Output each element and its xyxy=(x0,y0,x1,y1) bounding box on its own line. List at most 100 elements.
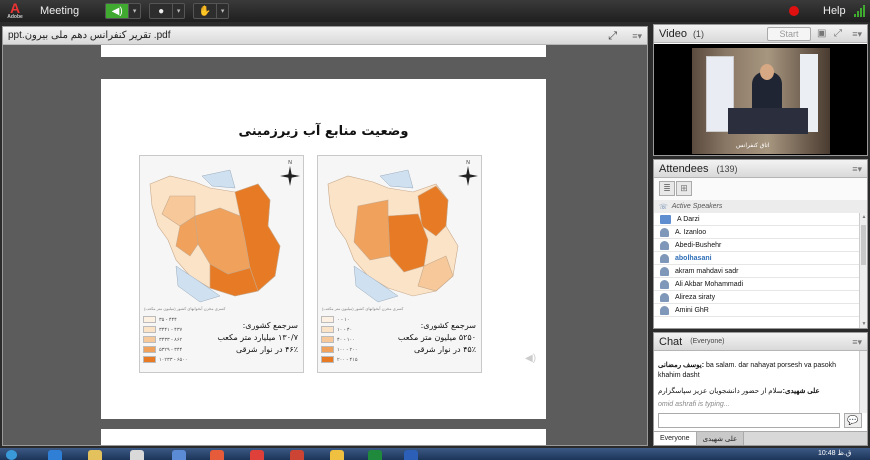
adobe-logo: A Adobe xyxy=(7,0,23,20)
webcam-button[interactable]: ● ▾ xyxy=(149,3,186,19)
chat-sender: یوسف رمضانی: xyxy=(658,362,705,369)
user-icon xyxy=(660,266,669,276)
north-label: N xyxy=(288,160,292,166)
menu-meeting[interactable]: Meeting xyxy=(40,5,79,17)
folder-icon[interactable] xyxy=(88,450,102,460)
attendees-pod: Attendees (139) ≡▾ ≣ ⊞ ☏ Active Speakers… xyxy=(653,159,868,329)
raise-hand-button[interactable]: ✋ ▾ xyxy=(193,3,230,19)
legend-label: ۱۰ - ۴۰ xyxy=(337,326,353,333)
raise-hand-icon: ✋ xyxy=(198,5,212,17)
menu-help[interactable]: Help xyxy=(823,5,846,17)
fullscreen-icon[interactable]: ⤢ xyxy=(834,28,842,39)
map-right-subcaption: کسری مخزن آبخوانهای کشور (میلیون متر مکع… xyxy=(322,306,404,311)
chat-input[interactable] xyxy=(658,413,840,428)
chat-text: سلام از حضور دانشجویان عزیز سپاسگزارم xyxy=(658,388,783,395)
chat-message: علی شهیدی:سلام از حضور دانشجویان عزیز سپ… xyxy=(658,387,854,397)
scroll-thumb[interactable] xyxy=(861,225,866,265)
attendee-scrollbar[interactable]: ▲ ▼ xyxy=(859,213,867,328)
start-orb-icon[interactable] xyxy=(6,450,17,460)
speaker-button[interactable]: ◀) ▾ xyxy=(105,3,142,19)
document-viewer[interactable]: وضعیت منابع آب زیرزمینی N کسری مخزن آبخو… xyxy=(3,45,647,445)
system-clock[interactable]: 10:48 ق.ظ xyxy=(818,449,851,457)
volume-icon[interactable]: ◀) xyxy=(525,353,536,364)
document-filename: ppt.تقریر کنفرانس دهم ملی بیرون .pdf xyxy=(8,30,171,41)
list-view-icon[interactable]: ≣ xyxy=(659,181,675,196)
app-icon[interactable] xyxy=(330,450,344,460)
slide-page: وضعیت منابع آب زیرزمینی N کسری مخزن آبخو… xyxy=(101,79,546,419)
video-count: (1) xyxy=(692,28,704,39)
menu-bar: A Adobe Meeting ◀) ▾ ● ▾ ✋ ▾ xyxy=(0,0,870,22)
attendees-count: (139) xyxy=(716,163,738,174)
fullscreen-icon[interactable]: ⤢ xyxy=(608,30,617,43)
pod-options-icon[interactable]: ≡▾ xyxy=(852,29,862,40)
chat-sender: علی شهیدی: xyxy=(782,388,820,395)
scroll-down-icon[interactable]: ▼ xyxy=(860,321,868,327)
chevron-down-icon[interactable]: ▾ xyxy=(172,4,184,18)
legend-label: ۱۰۲۳۳ - ۶۵۰۰ xyxy=(159,356,188,363)
start-webcam-button[interactable]: Start xyxy=(767,27,811,41)
chat-messages: یوسف رمضانی: ba salam. dar nahayat porse… xyxy=(658,361,854,403)
presenter-face xyxy=(760,64,774,80)
legend-label: ۵۳۲۹ - ۳۴۴ xyxy=(159,346,183,353)
send-message-button[interactable]: 💬 xyxy=(844,413,862,428)
map-panel-left: N کسری مخزن آبخوانهای کشور (میلیون متر م… xyxy=(139,155,304,373)
app-icon[interactable] xyxy=(290,450,304,460)
legend-label: ۱۰۰ - ۲۰۰ xyxy=(337,346,358,353)
chat-title: Chat xyxy=(659,335,683,348)
attendee-row[interactable]: A Darzi xyxy=(654,213,859,226)
attendee-row[interactable]: Abedi-Bushehr xyxy=(654,239,859,252)
ie-icon[interactable] xyxy=(48,450,62,460)
pod-options-icon[interactable]: ≡▾ xyxy=(852,164,862,175)
map-left-legend: ۳۵ - ۴۴۴ ۳۴۴۱ - ۴۳۷ ۳۴۳۳ - ۸۶۲ ۵۳۲۹ - ۳۴… xyxy=(143,316,203,366)
attendee-list: A Darzi A. Izanloo Abedi-Bushehr abolhas… xyxy=(654,213,859,317)
attendee-row[interactable]: abolhasani xyxy=(654,252,859,265)
excel-icon[interactable] xyxy=(368,450,382,460)
video-title: Video xyxy=(659,27,687,40)
legend-label: ۰ - ۱۰ xyxy=(337,316,350,323)
app-icon[interactable] xyxy=(250,450,264,460)
chat-pod-header: Chat (Everyone) ≡▾ xyxy=(654,333,867,351)
attendee-row[interactable]: akram mahdavi sadr xyxy=(654,265,859,278)
typing-indicator: omid ashrafi is typing... xyxy=(658,401,730,408)
map-right-caption: سرجمع کشوری: ۵۲۵۰ میلیون متر مکعب ۴۵٪ در… xyxy=(397,321,476,354)
chevron-down-icon[interactable]: ▾ xyxy=(216,4,228,18)
attendee-row[interactable]: Alireza siraty xyxy=(654,291,859,304)
chat-message: یوسف رمضانی: ba salam. dar nahayat porse… xyxy=(658,361,854,381)
chevron-down-icon[interactable]: ▾ xyxy=(128,4,140,18)
pod-options-icon[interactable]: ≡▾ xyxy=(852,337,862,348)
map-left-caption: سرجمع کشوری: ۱۳۰/۷ میلیارد متر مکعب ۴۶٪ … xyxy=(217,321,298,354)
camera-settings-icon[interactable]: ▣ xyxy=(817,28,826,39)
mail-icon[interactable] xyxy=(172,450,186,460)
pod-options-icon[interactable]: ≡▾ xyxy=(632,31,642,42)
legend-label: ۳۵ - ۴۴۴ xyxy=(159,316,177,323)
speech-bubble-icon: 💬 xyxy=(847,415,859,425)
media-icon[interactable] xyxy=(130,450,144,460)
webcam-icon: ● xyxy=(158,5,165,17)
attendee-row[interactable]: Ali Akbar Mohammadi xyxy=(654,278,859,291)
video-scene: اتاق کنفرانس xyxy=(692,48,830,154)
tab-private-chat[interactable]: علی شهیدی xyxy=(696,432,745,445)
attendees-toolbar: ≣ ⊞ xyxy=(654,178,867,200)
map-panel-right: N کسری مخزن آبخوانهای کشور (میلیون متر م… xyxy=(317,155,482,373)
chrome-icon[interactable] xyxy=(210,450,224,460)
map-left-subcaption: کسری مخزن آبخوانهای کشور (میلیون متر مکع… xyxy=(144,306,226,311)
attendee-row[interactable]: A. Izanloo xyxy=(654,226,859,239)
tab-everyone[interactable]: Everyone xyxy=(654,432,697,445)
active-speakers-section: ☏ Active Speakers xyxy=(654,200,867,213)
legend-label: ۳۴۳۳ - ۸۶۲ xyxy=(159,336,183,343)
record-indicator-icon[interactable] xyxy=(789,6,799,16)
user-icon xyxy=(660,279,669,289)
scroll-up-icon[interactable]: ▲ xyxy=(860,214,868,220)
desk xyxy=(728,108,808,134)
attendee-row[interactable]: Amini GhR xyxy=(654,304,859,317)
iran-map-left: N xyxy=(149,160,300,303)
chat-scrollbar[interactable] xyxy=(859,351,867,413)
share-pod-header: ppt.تقریر کنفرانس دهم ملی بیرون .pdf ⤢ ≡… xyxy=(3,27,647,45)
next-page xyxy=(101,429,546,445)
breakout-view-icon[interactable]: ⊞ xyxy=(676,181,692,196)
user-icon xyxy=(660,253,669,263)
map-right-legend: ۰ - ۱۰ ۱۰ - ۴۰ ۴۰ - ۱۰۰ ۱۰۰ - ۲۰۰ ۲۰۰ - … xyxy=(321,316,381,366)
word-icon[interactable] xyxy=(404,450,418,460)
user-icon xyxy=(660,305,669,315)
chat-tabs: Everyone علی شهیدی xyxy=(654,431,867,445)
